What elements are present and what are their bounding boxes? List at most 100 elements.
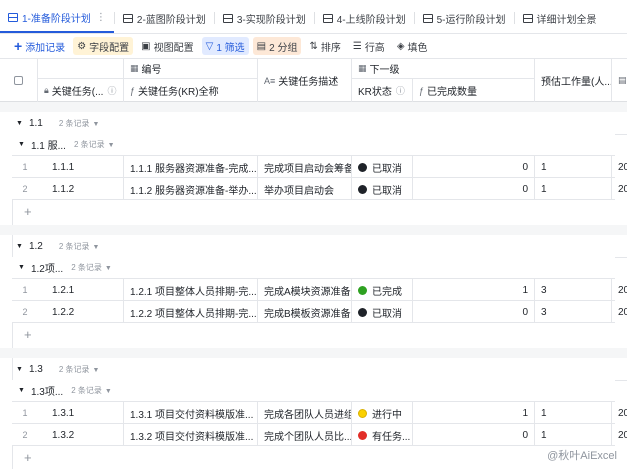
group-header-1-2[interactable]: ▼ 1.2 2 条记录 ▼ xyxy=(0,235,603,257)
cell-estimate[interactable]: 1 xyxy=(535,156,612,178)
more-options-icon[interactable]: ⋮ xyxy=(96,12,106,23)
column-header-key-task-full[interactable]: ƒ 关键任务(KR)全称 xyxy=(124,79,258,102)
cell-status[interactable]: 有任务... xyxy=(352,424,413,446)
cell-done-count[interactable]: 1 xyxy=(413,279,535,301)
cell-done-count[interactable]: 0 xyxy=(413,178,535,200)
subgroup-header-1-3[interactable]: ▼ 1.3项... 2 条记录 ▼ xyxy=(12,380,615,402)
column-header-more[interactable]: ▤ xyxy=(612,59,627,102)
tab-label: 5-运行阶段计划 xyxy=(436,14,506,26)
table-row[interactable]: 1 1.2.1 1.2.1 项目整体人员排期-完... 完成A模块资源准备 已完… xyxy=(12,279,627,301)
grid-header: ▦ 编号 🔒︎ 关键任务(... ⓘ ƒ 关键任务(KR)全称 A≡ 关键任务描… xyxy=(0,58,627,102)
cell-extra[interactable]: 20 xyxy=(612,424,627,446)
field-config-button[interactable]: ⚙ 字段配置 xyxy=(73,37,134,55)
cell-desc[interactable]: 完成B模板资源准备 xyxy=(258,301,352,323)
cell-full-name[interactable]: 1.1.1 服务器资源准备-完成... xyxy=(124,156,258,178)
cell-full-name[interactable]: 1.2.2 项目整体人员排期-完... xyxy=(124,301,258,323)
cell-estimate[interactable]: 3 xyxy=(535,279,612,301)
cell-code[interactable]: 1.3.2 xyxy=(38,424,124,446)
table-row[interactable]: 2 1.3.2 1.3.2 项目交付资料模版准... 完成个团队人员比... 有… xyxy=(12,424,627,446)
cell-extra[interactable]: 20 xyxy=(612,402,627,424)
cell-desc[interactable]: 完成各团队人员进组 xyxy=(258,402,352,424)
fill-color-button[interactable]: ◈ 填色 xyxy=(393,37,432,55)
column-header-key-task-desc[interactable]: A≡ 关键任务描述 xyxy=(258,59,352,102)
collapse-triangle-icon[interactable]: ▼ xyxy=(16,366,23,373)
table-row[interactable]: 1 1.1.1 1.1.1 服务器资源准备-完成... 完成项目启动会筹备 已取… xyxy=(12,156,627,178)
select-all-checkbox[interactable] xyxy=(0,59,38,102)
cell-desc[interactable]: 完成个团队人员比... xyxy=(258,424,352,446)
cell-status[interactable]: 进行中 xyxy=(352,402,413,424)
info-icon: ⓘ xyxy=(395,86,405,96)
view-config-button[interactable]: ▣ 视图配置 xyxy=(137,37,197,55)
collapse-triangle-icon[interactable]: ▼ xyxy=(16,243,23,250)
cell-status[interactable]: 已取消 xyxy=(352,156,413,178)
collapse-triangle-icon[interactable]: ▼ xyxy=(18,141,25,148)
collapse-triangle-icon[interactable]: ▼ xyxy=(18,387,25,394)
table-row[interactable]: 2 1.2.2 1.2.2 项目整体人员排期-完... 完成B模板资源准备 已取… xyxy=(12,301,627,323)
cell-estimate[interactable]: 3 xyxy=(535,301,612,323)
cell-full-name[interactable]: 1.2.1 项目整体人员排期-完... xyxy=(124,279,258,301)
cell-done-count[interactable]: 0 xyxy=(413,424,535,446)
cell-estimate[interactable]: 1 xyxy=(535,402,612,424)
cell-status[interactable]: 已取消 xyxy=(352,178,413,200)
group-header-1-1[interactable]: ▼ 1.1 2 条记录 ▼ xyxy=(0,112,603,134)
tab-blueprint-plan[interactable]: 2-蓝图阶段计划 xyxy=(115,3,214,33)
tab-detail-overview[interactable]: 详细计划全景 xyxy=(515,3,605,33)
cell-extra[interactable]: 20 xyxy=(612,301,627,323)
cell-done-count[interactable]: 0 xyxy=(413,301,535,323)
filter-button[interactable]: ▽ 1 筛选 xyxy=(201,37,249,55)
group-button[interactable]: ▤ 2 分组 xyxy=(252,37,302,55)
column-group-next-level: ▦ 下一级 xyxy=(352,59,535,79)
column-header-estimated-workload[interactable]: 预估工作量(人... xyxy=(535,59,612,102)
subgroup-count[interactable]: 2 条记录 ▼ xyxy=(71,385,112,396)
row-height-button[interactable]: ☰ 行高 xyxy=(349,37,389,55)
cell-estimate[interactable]: 1 xyxy=(535,178,612,200)
cell-full-name[interactable]: 1.3.2 项目交付资料模版准... xyxy=(124,424,258,446)
cell-extra[interactable]: 20 xyxy=(612,178,627,200)
cell-extra[interactable]: 20 xyxy=(612,156,627,178)
cell-extra[interactable]: 20 xyxy=(612,279,627,301)
cell-code[interactable]: 1.1.1 xyxy=(38,156,124,178)
text-field-icon: A≡ xyxy=(264,75,276,86)
cell-status[interactable]: 已完成 xyxy=(352,279,413,301)
collapse-triangle-icon[interactable]: ▼ xyxy=(16,120,23,127)
subgroup-header-1-1[interactable]: ▼ 1.1 服... 2 条记录 ▼ xyxy=(12,134,615,156)
cell-full-name[interactable]: 1.1.2 服务器资源准备-举办... xyxy=(124,178,258,200)
grid-view-icon xyxy=(222,13,233,23)
column-header-completed-count[interactable]: ƒ 已完成数量 xyxy=(413,79,535,102)
column-header-key-task-short[interactable]: 🔒︎ 关键任务(... ⓘ xyxy=(38,79,124,102)
cell-desc[interactable]: 完成A模块资源准备 xyxy=(258,279,352,301)
cell-desc[interactable]: 举办项目启动会 xyxy=(258,178,352,200)
cell-full-name[interactable]: 1.3.1 项目交付资料模版准... xyxy=(124,402,258,424)
collapse-triangle-icon[interactable]: ▼ xyxy=(18,264,25,271)
column-header-kr-status[interactable]: KR状态 ⓘ xyxy=(352,79,413,102)
tab-preparation-plan[interactable]: 1-准备阶段计划 ⋮ xyxy=(0,3,114,33)
add-row-button[interactable]: + xyxy=(12,446,615,468)
group-count[interactable]: 2 条记录 ▼ xyxy=(59,241,100,252)
table-row[interactable]: 1 1.3.1 1.3.1 项目交付资料模版准... 完成各团队人员进组 进行中… xyxy=(12,402,627,424)
tab-operation-plan[interactable]: 5-运行阶段计划 xyxy=(415,3,514,33)
subgroup-count[interactable]: 2 条记录 ▼ xyxy=(74,139,115,150)
group-header-1-3[interactable]: ▼ 1.3 2 条记录 ▼ xyxy=(0,358,603,380)
chevron-down-icon: ▼ xyxy=(92,366,100,374)
cell-code[interactable]: 1.2.1 xyxy=(38,279,124,301)
subgroup-header-1-2[interactable]: ▼ 1.2项... 2 条记录 ▼ xyxy=(12,257,615,279)
group-count[interactable]: 2 条记录 ▼ xyxy=(59,364,100,375)
cell-estimate[interactable]: 1 xyxy=(535,424,612,446)
group-count[interactable]: 2 条记录 ▼ xyxy=(59,118,100,129)
tab-golive-plan[interactable]: 4-上线阶段计划 xyxy=(315,3,414,33)
sort-button[interactable]: ⇅ 排序 xyxy=(305,37,344,55)
cell-code[interactable]: 1.1.2 xyxy=(38,178,124,200)
add-row-button[interactable]: + xyxy=(12,200,615,222)
cell-status[interactable]: 已取消 xyxy=(352,301,413,323)
cell-done-count[interactable]: 0 xyxy=(413,156,535,178)
table-row[interactable]: 2 1.1.2 1.1.2 服务器资源准备-举办... 举办项目启动会 已取消 … xyxy=(12,178,627,200)
cell-code[interactable]: 1.3.1 xyxy=(38,402,124,424)
subgroup-count[interactable]: 2 条记录 ▼ xyxy=(71,262,112,273)
add-row-button[interactable]: + xyxy=(12,323,615,345)
add-record-button[interactable]: + 添加记录 xyxy=(10,37,69,55)
cell-done-count[interactable]: 1 xyxy=(413,402,535,424)
sort-icon: ⇅ xyxy=(309,40,318,52)
cell-desc[interactable]: 完成项目启动会筹备 xyxy=(258,156,352,178)
cell-code[interactable]: 1.2.2 xyxy=(38,301,124,323)
tab-implementation-plan[interactable]: 3-实现阶段计划 xyxy=(215,3,314,33)
